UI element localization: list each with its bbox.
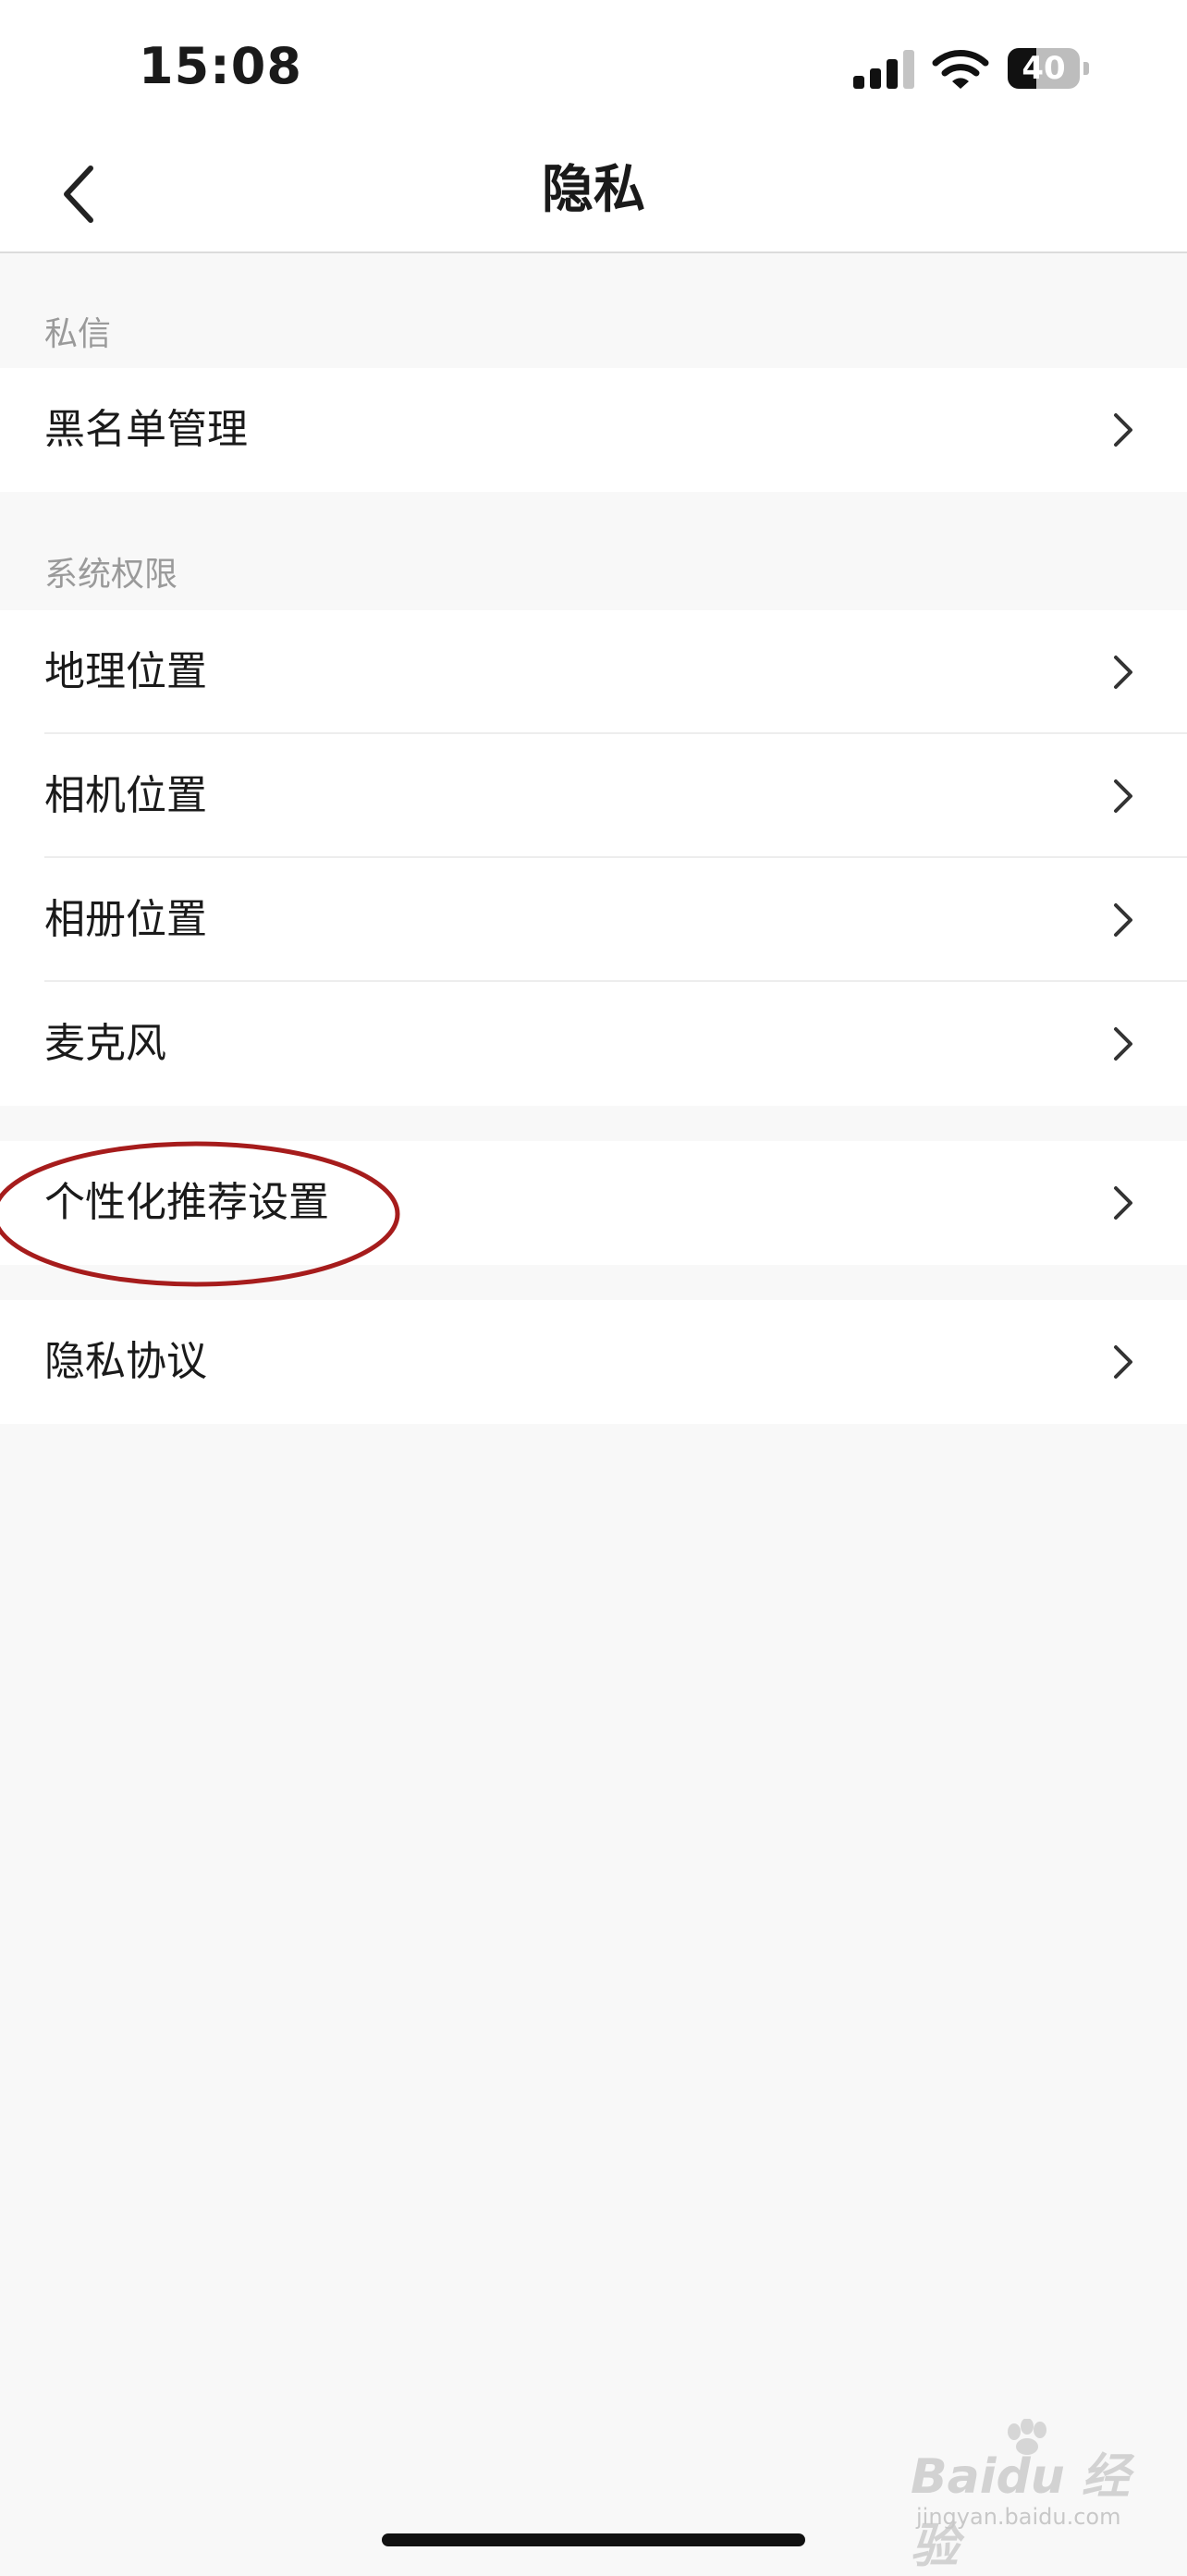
chevron-right-icon bbox=[1114, 779, 1132, 813]
chevron-right-icon bbox=[1114, 656, 1132, 689]
row-label: 地理位置 bbox=[44, 648, 207, 695]
chevron-right-icon bbox=[1114, 1027, 1132, 1061]
chevron-right-icon bbox=[1114, 1345, 1132, 1379]
back-button[interactable] bbox=[46, 157, 111, 231]
chevron-right-icon bbox=[1114, 903, 1132, 937]
home-indicator[interactable] bbox=[382, 2533, 805, 2546]
chevron-right-icon bbox=[1114, 1186, 1132, 1220]
page-title: 隐私 bbox=[542, 160, 645, 220]
chevron-left-icon bbox=[64, 166, 93, 223]
row-photo-album[interactable]: 相册位置 bbox=[0, 858, 1187, 982]
highlight-annotation bbox=[0, 1141, 400, 1287]
row-privacy-agreement[interactable]: 隐私协议 bbox=[0, 1300, 1187, 1424]
row-label: 相册位置 bbox=[44, 896, 207, 943]
row-label: 相机位置 bbox=[44, 772, 207, 819]
row-location[interactable]: 地理位置 bbox=[0, 610, 1187, 734]
status-bar: 15:08 40 bbox=[0, 0, 1187, 139]
section-header-system-permissions: 系统权限 bbox=[0, 492, 1187, 610]
navigation-bar: 隐私 bbox=[0, 139, 1187, 253]
row-label: 隐私协议 bbox=[44, 1338, 207, 1385]
battery-icon: 40 bbox=[1008, 48, 1089, 89]
row-camera[interactable]: 相机位置 bbox=[0, 734, 1187, 858]
row-label: 麦克风 bbox=[44, 1020, 166, 1067]
section-header-label: 系统权限 bbox=[44, 556, 178, 594]
row-microphone[interactable]: 麦克风 bbox=[0, 982, 1187, 1106]
row-label: 黑名单管理 bbox=[44, 406, 248, 453]
battery-level: 40 bbox=[1022, 50, 1066, 87]
chevron-right-icon bbox=[1114, 413, 1132, 447]
watermark-url: jingyan.baidu.com bbox=[916, 2504, 1121, 2530]
status-time: 15:08 bbox=[139, 37, 302, 95]
section-header-label: 私信 bbox=[44, 315, 112, 353]
cellular-signal-icon bbox=[853, 48, 916, 89]
wifi-icon bbox=[932, 50, 989, 89]
watermark: Baidu 经验 jingyan.baidu.com bbox=[911, 2419, 1132, 2574]
row-blacklist[interactable]: 黑名单管理 bbox=[0, 368, 1187, 492]
section-header-messages: 私信 bbox=[0, 253, 1187, 368]
